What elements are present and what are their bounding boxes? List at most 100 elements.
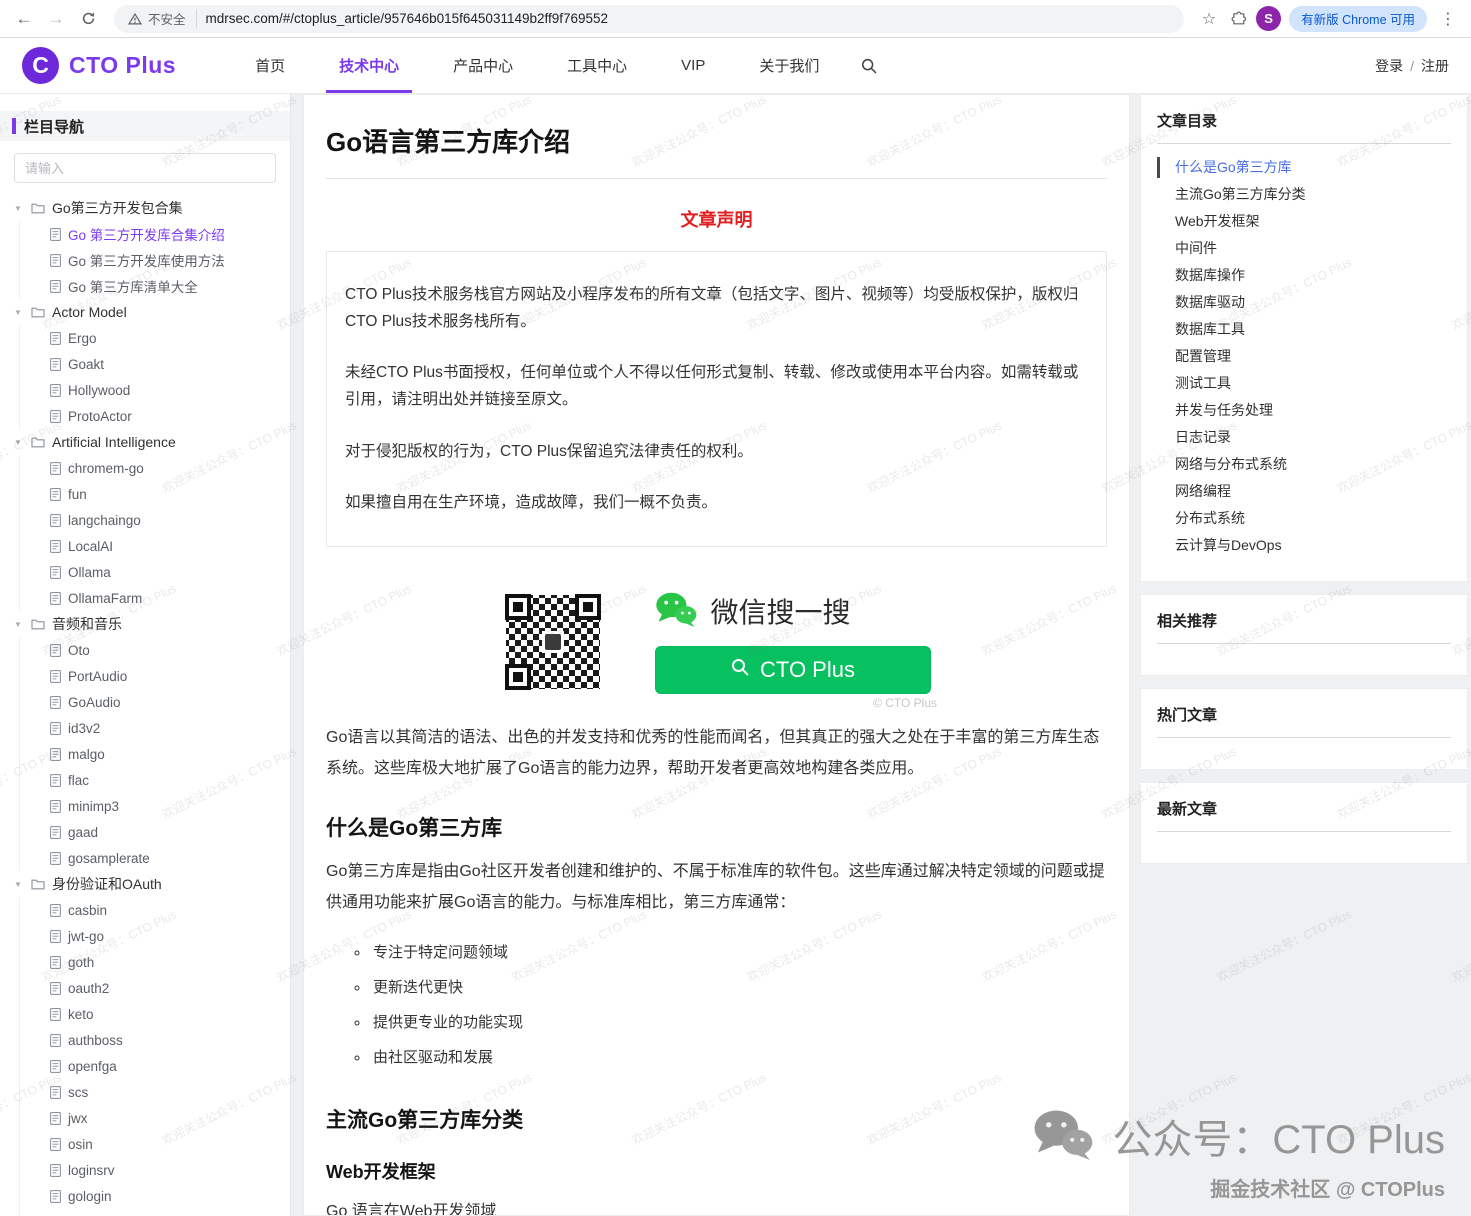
extensions-icon[interactable]: [1226, 6, 1252, 32]
tree-item[interactable]: authboss: [0, 1027, 290, 1053]
tree-item[interactable]: OllamaFarm: [0, 585, 290, 611]
tree-item[interactable]: fun: [0, 481, 290, 507]
tree-item[interactable]: jwt-go: [0, 923, 290, 949]
toc-item[interactable]: 什么是Go第三方库: [1157, 154, 1451, 181]
wechat-search-row: 微信搜一搜: [655, 591, 931, 632]
tree-item[interactable]: scs: [0, 1079, 290, 1105]
browser-menu-icon[interactable]: ⋮: [1435, 6, 1461, 32]
tree-item[interactable]: loginsrv: [0, 1157, 290, 1183]
back-button[interactable]: ←: [10, 5, 38, 33]
wechat-search-button[interactable]: CTO Plus: [655, 646, 931, 694]
tree-item[interactable]: GoAudio: [0, 689, 290, 715]
tree-item-label: scs: [68, 1085, 88, 1100]
tree-item[interactable]: Go 第三方库清单大全: [0, 273, 290, 299]
forward-button[interactable]: →: [42, 5, 70, 33]
sidebar-search-input[interactable]: [14, 153, 276, 183]
tree-item[interactable]: flac: [0, 767, 290, 793]
tree-item[interactable]: openfga: [0, 1053, 290, 1079]
toc-item[interactable]: 网络与分布式系统: [1157, 451, 1451, 478]
notice-paragraph: 未经CTO Plus书面授权，任何单位或个人不得以任何形式复制、转载、修改或使用…: [345, 359, 1088, 413]
tree-item[interactable]: Hollywood: [0, 377, 290, 403]
article-panel: Go语言第三方库介绍 文章声明 CTO Plus技术服务栈官方网站及小程序发布的…: [303, 94, 1130, 1216]
title-divider: [326, 178, 1107, 179]
tree-group-row[interactable]: ▼ Go第三方开发包合集: [0, 195, 290, 221]
tree-item[interactable]: gologin: [0, 1183, 290, 1209]
toc-item[interactable]: Web开发框架: [1157, 208, 1451, 235]
tree-item[interactable]: Goakt: [0, 351, 290, 377]
nav-item[interactable]: 技术中心: [312, 38, 426, 93]
tree-item[interactable]: jwx: [0, 1105, 290, 1131]
security-chip[interactable]: 不安全: [128, 9, 197, 28]
web-paragraph-partial: Go 语言在Web开发领域: [326, 1196, 1107, 1216]
tree-item-label: openfga: [68, 1059, 117, 1074]
tree-item[interactable]: keto: [0, 1001, 290, 1027]
tree-item[interactable]: chromem-go: [0, 455, 290, 481]
tree-item[interactable]: Ollama: [0, 559, 290, 585]
copyright-notice-box: CTO Plus技术服务栈官方网站及小程序发布的所有文章（包括文字、图片、视频等…: [326, 251, 1107, 547]
notice-heading: 文章声明: [326, 206, 1107, 232]
header-search-button[interactable]: [860, 57, 878, 75]
login-link[interactable]: 登录: [1375, 56, 1403, 76]
toc-item[interactable]: 并发与任务处理: [1157, 397, 1451, 424]
chevron-down-icon[interactable]: ▼: [12, 620, 24, 629]
site-logo[interactable]: C CTO Plus: [22, 47, 176, 84]
chevron-down-icon[interactable]: ▼: [12, 204, 24, 213]
watermark-text: 欢迎关注公众号：CTO Plus: [1214, 905, 1354, 985]
tree-item[interactable]: gorbac: [0, 1209, 290, 1216]
toc-item[interactable]: 数据库操作: [1157, 262, 1451, 289]
bookmark-star-icon[interactable]: ☆: [1196, 6, 1222, 32]
toc-item[interactable]: 日志记录: [1157, 424, 1451, 451]
intro-paragraph: Go语言以其简洁的语法、出色的并发支持和优秀的性能而闻名，但其真正的强大之处在于…: [326, 722, 1107, 784]
toc-item[interactable]: 云计算与DevOps: [1157, 532, 1451, 559]
chevron-down-icon[interactable]: ▼: [12, 880, 24, 889]
nav-item[interactable]: 关于我们: [732, 38, 846, 93]
tree-item[interactable]: gosamplerate: [0, 845, 290, 871]
nav-item[interactable]: VIP: [654, 38, 732, 93]
search-icon: [730, 657, 750, 683]
subsection-heading-web: Web开发框架: [326, 1158, 1107, 1184]
refresh-button[interactable]: [74, 5, 102, 33]
chevron-down-icon[interactable]: ▼: [12, 308, 24, 317]
wechat-button-label: CTO Plus: [760, 657, 855, 683]
side-box-title: 热门文章: [1157, 704, 1451, 737]
toc-item[interactable]: 配置管理: [1157, 343, 1451, 370]
toc-item[interactable]: 中间件: [1157, 235, 1451, 262]
tree-item[interactable]: malgo: [0, 741, 290, 767]
tree-item[interactable]: LocalAI: [0, 533, 290, 559]
tree-item[interactable]: PortAudio: [0, 663, 290, 689]
chrome-update-button[interactable]: 有新版 Chrome 可用: [1289, 6, 1427, 32]
address-bar[interactable]: 不安全 mdrsec.com/#/ctoplus_article/957646b…: [114, 5, 1184, 33]
toc-item[interactable]: 数据库驱动: [1157, 289, 1451, 316]
toc-item[interactable]: 分布式系统: [1157, 505, 1451, 532]
tree-item[interactable]: casbin: [0, 897, 290, 923]
nav-item[interactable]: 工具中心: [540, 38, 654, 93]
profile-avatar[interactable]: S: [1256, 6, 1281, 31]
nav-item[interactable]: 产品中心: [426, 38, 540, 93]
toc-item[interactable]: 主流Go第三方库分类: [1157, 181, 1451, 208]
tree-item[interactable]: Go 第三方开发库合集介绍: [0, 221, 290, 247]
register-link[interactable]: 注册: [1421, 56, 1449, 76]
chevron-down-icon[interactable]: ▼: [12, 438, 24, 447]
tree-group-row[interactable]: ▼ 身份验证和OAuth: [0, 871, 290, 897]
tree-item[interactable]: gaad: [0, 819, 290, 845]
toc-item[interactable]: 测试工具: [1157, 370, 1451, 397]
toc-item[interactable]: 网络编程: [1157, 478, 1451, 505]
tree-item[interactable]: Oto: [0, 637, 290, 663]
tree-item[interactable]: Ergo: [0, 325, 290, 351]
wechat-search-block: 微信搜一搜 CTO Plus: [655, 591, 931, 694]
tree-group-row[interactable]: ▼ Actor Model: [0, 299, 290, 325]
tree-item[interactable]: Go 第三方开发库使用方法: [0, 247, 290, 273]
tree-item-label: Go 第三方开发库使用方法: [68, 250, 225, 270]
tree-item[interactable]: langchaingo: [0, 507, 290, 533]
tree-group-row[interactable]: ▼ Artificial Intelligence: [0, 429, 290, 455]
tree-group-row[interactable]: ▼ 音频和音乐: [0, 611, 290, 637]
tree-item[interactable]: oauth2: [0, 975, 290, 1001]
toc-item[interactable]: 数据库工具: [1157, 316, 1451, 343]
tree-item[interactable]: ProtoActor: [0, 403, 290, 429]
tree-item[interactable]: id3v2: [0, 715, 290, 741]
nav-item[interactable]: 首页: [228, 38, 312, 93]
tree-item[interactable]: goth: [0, 949, 290, 975]
tree-item[interactable]: osin: [0, 1131, 290, 1157]
tree-item[interactable]: minimp3: [0, 793, 290, 819]
feature-list-item: 由社区驱动和发展: [370, 1040, 1107, 1075]
